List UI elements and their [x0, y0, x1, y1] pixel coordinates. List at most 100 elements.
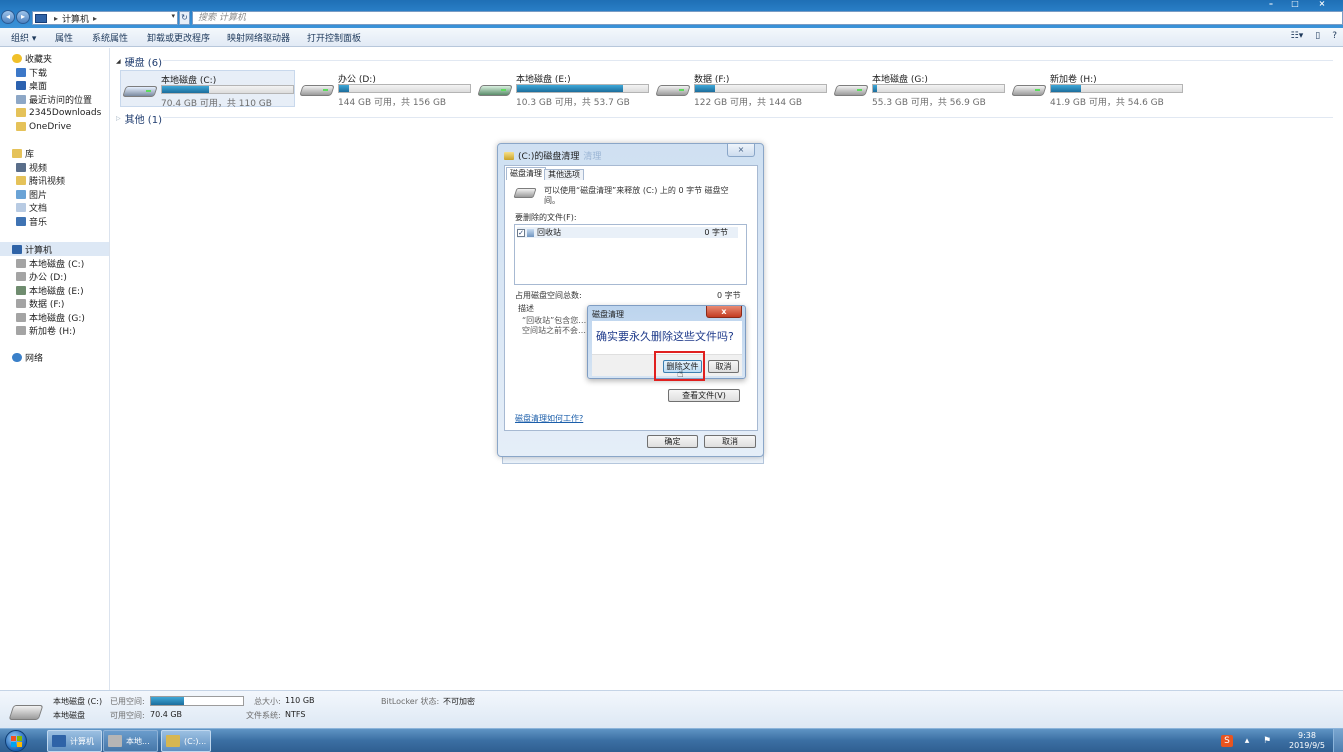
view-files-button[interactable]: 查看文件(V) — [668, 389, 740, 402]
drive-icon — [8, 705, 44, 720]
address-bar[interactable]: ▸ 计算机 ▸ ▾ — [32, 11, 178, 25]
ok-button[interactable]: 确定 — [647, 435, 698, 448]
document-icon — [16, 203, 26, 212]
drive-tile-h[interactable]: 新加卷 (H:) 41.9 GB 可用，共 54.6 GB — [1010, 70, 1185, 108]
group-other[interactable]: ▷ 其他 (1) — [116, 111, 162, 126]
nav-drive-f[interactable]: 数据 (F:) — [16, 297, 64, 310]
nav-desktop[interactable]: 桌面 — [16, 79, 47, 92]
nav-downloads[interactable]: 下载 — [16, 66, 47, 79]
drive-usage-bar — [1050, 84, 1183, 93]
address-dropdown-icon[interactable]: ▾ — [171, 12, 175, 20]
nav-documents[interactable]: 文档 — [16, 201, 47, 214]
start-button[interactable] — [5, 730, 27, 752]
confirm-title: 磁盘清理 — [592, 310, 624, 319]
refresh-button[interactable]: ↻ — [179, 11, 190, 25]
minimize-button[interactable]: – — [1259, 0, 1283, 8]
drive-usage-bar — [872, 84, 1005, 93]
nav-computer[interactable]: 计算机 — [12, 243, 52, 256]
drive-tile-f[interactable]: 数据 (F:) 122 GB 可用，共 144 GB — [654, 70, 829, 108]
details-pane: 本地磁盘 (C:) 本地磁盘 已用空间: 可用空间: 70.4 GB 总大小: … — [0, 690, 1343, 728]
system-properties-button[interactable]: 系统属性 — [92, 31, 128, 44]
breadcrumb-computer[interactable]: 计算机 — [62, 12, 89, 25]
details-drive-type: 本地磁盘 — [53, 711, 85, 720]
map-network-drive-button[interactable]: 映射网络驱动器 — [227, 31, 290, 44]
search-input[interactable]: 搜索 计算机 — [192, 11, 1343, 25]
taskbar-label: (C:)... — [184, 736, 207, 746]
drive-usage-bar — [516, 84, 649, 93]
ime-sogou-icon[interactable]: S — [1221, 735, 1233, 747]
taskbar-label: 计算机 — [70, 736, 94, 746]
details-fs-label: 文件系统: — [246, 711, 281, 720]
change-view-icon[interactable]: ☷▾ — [1291, 31, 1304, 41]
nav-favorites[interactable]: 收藏夹 — [12, 52, 52, 65]
file-size: 0 字节 — [704, 228, 728, 237]
nav-drive-h[interactable]: 新加卷 (H:) — [16, 324, 76, 337]
confirm-cancel-button[interactable]: 取消 — [708, 360, 739, 373]
details-bitlocker-value: 不可加密 — [443, 697, 475, 706]
navigation-pane: 收藏夹 下载 桌面 最近访问的位置 2345Downloads OneDrive… — [0, 48, 110, 690]
nav-drive-d[interactable]: 办公 (D:) — [16, 270, 67, 283]
details-bitlocker-label: BitLocker 状态: — [381, 697, 440, 706]
nav-pictures[interactable]: 图片 — [16, 188, 47, 201]
windows-logo-icon — [11, 742, 16, 747]
forward-button[interactable]: ▸ — [16, 10, 30, 24]
how-it-works-link[interactable]: 磁盘清理如何工作? — [515, 413, 583, 424]
computer-icon — [12, 245, 22, 254]
nav-videos[interactable]: 视频 — [16, 161, 47, 174]
recycle-bin-checkbox[interactable]: ✓ — [517, 228, 525, 237]
show-desktop-button[interactable] — [1333, 729, 1343, 752]
breadcrumb-arrow-icon[interactable]: ▸ — [93, 14, 97, 23]
disk-cleanup-dialog: (C:)的磁盘清理 清理 × 磁盘清理 其他选项 可以使用“磁盘清理”来释放 (… — [497, 143, 764, 457]
nav-onedrive[interactable]: OneDrive — [16, 120, 71, 133]
expand-arrow-icon[interactable]: ▷ — [116, 115, 121, 122]
help-icon[interactable]: ? — [1332, 31, 1337, 41]
confirm-close-button[interactable]: x — [706, 306, 742, 318]
nav-label: 下载 — [29, 69, 48, 79]
drive-tile-d[interactable]: 办公 (D:) 144 GB 可用，共 156 GB — [298, 70, 473, 108]
details-free-value: 70.4 GB — [150, 710, 183, 719]
clock[interactable]: 9:38 2019/9/5 — [1281, 731, 1333, 751]
nav-music[interactable]: 音乐 — [16, 215, 47, 228]
show-hidden-icons-icon[interactable]: ▴ — [1241, 735, 1253, 747]
nav-drive-e[interactable]: 本地磁盘 (E:) — [16, 284, 84, 297]
drive-tile-e[interactable]: 本地磁盘 (E:) 10.3 GB 可用，共 53.7 GB — [476, 70, 651, 108]
description-text: “回收站”包含您… 空间站之前不会… — [522, 316, 587, 335]
nav-tencent-video[interactable]: 腾讯视频 — [16, 174, 65, 187]
windows-logo-icon — [11, 736, 16, 741]
nav-drive-g[interactable]: 本地磁盘 (G:) — [16, 311, 85, 324]
uninstall-button[interactable]: 卸载或更改程序 — [147, 31, 210, 44]
collapse-arrow-icon[interactable]: ◢ — [116, 58, 121, 65]
taskbar-item-cleanup[interactable]: (C:)... — [161, 730, 211, 752]
drive-icon — [16, 286, 26, 295]
back-button[interactable]: ◂ — [1, 10, 15, 24]
nav-label: 音乐 — [29, 218, 48, 228]
drive-tile-c[interactable]: 本地磁盘 (C:) 70.4 GB 可用，共 110 GB — [120, 70, 295, 109]
maximize-button[interactable]: □ — [1283, 0, 1307, 8]
recent-places-icon — [16, 95, 26, 104]
nav-2345downloads[interactable]: 2345Downloads — [16, 106, 101, 119]
taskbar-item-drive[interactable]: 本地... — [103, 730, 158, 752]
disk-cleanup-icon — [504, 151, 514, 160]
preview-pane-icon[interactable]: ▯ — [1315, 31, 1320, 41]
folder-icon — [16, 108, 26, 117]
organize-menu[interactable]: 组织 ▾ — [11, 31, 36, 44]
group-hard-disks[interactable]: ◢ 硬盘 (6) — [116, 54, 162, 69]
drive-info: 55.3 GB 可用，共 56.9 GB — [872, 98, 986, 108]
tab-more-options[interactable]: 其他选项 — [544, 169, 584, 180]
drive-icon — [513, 188, 537, 198]
nav-network[interactable]: 网络 — [12, 351, 43, 364]
drive-tile-g[interactable]: 本地磁盘 (G:) 55.3 GB 可用，共 56.9 GB — [832, 70, 1007, 108]
tab-disk-cleanup[interactable]: 磁盘清理 — [506, 167, 546, 180]
properties-button[interactable]: 属性 — [55, 31, 73, 44]
taskbar-item-computer[interactable]: 计算机 — [47, 730, 102, 752]
drive-icon — [833, 81, 869, 98]
action-center-flag-icon[interactable]: ⚑ — [1261, 735, 1273, 747]
list-item[interactable]: ✓ 回收站 0 字节 — [517, 227, 738, 238]
control-panel-button[interactable]: 打开控制面板 — [307, 31, 361, 44]
close-button[interactable]: × — [1307, 0, 1337, 8]
nav-drive-c[interactable]: 本地磁盘 (C:) — [16, 257, 84, 270]
cancel-button[interactable]: 取消 — [704, 435, 756, 448]
dialog-close-button[interactable]: × — [727, 144, 755, 157]
nav-libraries[interactable]: 库 — [12, 147, 34, 160]
nav-recent[interactable]: 最近访问的位置 — [16, 93, 92, 106]
